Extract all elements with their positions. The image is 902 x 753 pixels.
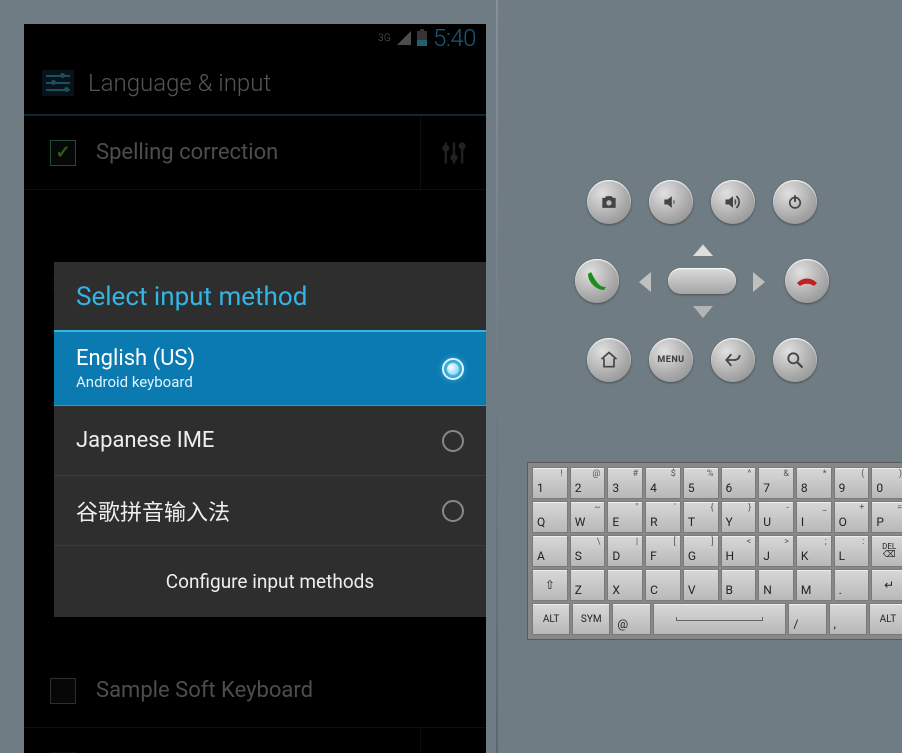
key-.[interactable]: . [834, 569, 870, 601]
key-2[interactable]: 2@ [570, 467, 606, 499]
key-,[interactable]: , [829, 603, 867, 635]
key-1[interactable]: 1! [532, 467, 568, 499]
key-delete[interactable]: DEL⌫ [871, 535, 902, 567]
key-g[interactable]: G] [683, 535, 719, 567]
volume-down-button[interactable] [649, 180, 693, 224]
key-3[interactable]: 3# [607, 467, 643, 499]
ime-option-japanese[interactable]: Japanese IME [54, 406, 486, 476]
volume-up-button[interactable] [711, 180, 755, 224]
key-a[interactable]: A [532, 535, 568, 567]
emulator-keyboard: 1!2@3#4$5%6^7&8*9(0) QW~E"R'T{Y}U-I_O+P=… [527, 462, 902, 640]
key-8[interactable]: 8* [796, 467, 832, 499]
dpad-left[interactable] [639, 272, 651, 292]
dialog-title: Select input method [54, 262, 486, 332]
dpad [637, 246, 767, 316]
home-icon [599, 350, 619, 370]
key-j[interactable]: J> [758, 535, 794, 567]
key-s[interactable]: S\ [570, 535, 606, 567]
key-y[interactable]: Y} [721, 501, 757, 533]
home-button[interactable] [587, 338, 631, 382]
camera-icon [599, 192, 619, 212]
key-7[interactable]: 7& [758, 467, 794, 499]
android-screen: 3G 5:40 Language & input Spelling correc… [24, 24, 486, 753]
menu-button[interactable]: MENU [649, 338, 693, 382]
key-l[interactable]: L: [834, 535, 870, 567]
camera-button[interactable] [587, 180, 631, 224]
key-w[interactable]: W~ [570, 501, 606, 533]
hangup-button[interactable] [785, 259, 829, 303]
key-f[interactable]: F[ [645, 535, 681, 567]
dpad-right[interactable] [753, 272, 765, 292]
power-button[interactable] [773, 180, 817, 224]
select-input-method-dialog: Select input method English (US) Android… [54, 262, 486, 617]
key-9[interactable]: 9( [834, 467, 870, 499]
search-icon [785, 350, 805, 370]
key-t[interactable]: T{ [683, 501, 719, 533]
dpad-down[interactable] [693, 306, 713, 318]
key-@[interactable]: @ [612, 603, 650, 635]
dpad-up[interactable] [693, 244, 713, 256]
back-button[interactable] [711, 338, 755, 382]
back-icon [723, 350, 743, 370]
key-q[interactable]: Q [532, 501, 568, 533]
key-enter[interactable]: ↵ [871, 569, 902, 601]
key-o[interactable]: O+ [834, 501, 870, 533]
key-p[interactable]: P= [871, 501, 902, 533]
configure-input-methods-button[interactable]: Configure input methods [54, 546, 486, 617]
key-v[interactable]: V [683, 569, 719, 601]
volume-up-icon [723, 192, 743, 212]
option-sublabel: Android keyboard [76, 373, 442, 391]
key-b[interactable]: B [721, 569, 757, 601]
option-label: Japanese IME [76, 428, 442, 453]
ime-option-pinyin[interactable]: 谷歌拼音输入法 [54, 476, 486, 546]
radio-icon[interactable] [442, 500, 464, 522]
ime-option-english[interactable]: English (US) Android keyboard [54, 332, 486, 406]
key-m[interactable]: M [796, 569, 832, 601]
radio-icon[interactable] [442, 430, 464, 452]
radio-selected-icon[interactable] [442, 358, 464, 380]
phone-hangup-icon [795, 269, 819, 293]
call-button[interactable] [575, 259, 619, 303]
phone-icon [585, 269, 609, 293]
key-x[interactable]: X [607, 569, 643, 601]
option-label: English (US) [76, 346, 442, 371]
key-u[interactable]: U- [758, 501, 794, 533]
key-sym[interactable]: SYM [572, 603, 610, 635]
key-z[interactable]: Z [570, 569, 606, 601]
key-c[interactable]: C [645, 569, 681, 601]
vertical-divider [496, 0, 498, 753]
key-alt[interactable]: ALT [869, 603, 902, 635]
key-6[interactable]: 6^ [721, 467, 757, 499]
key-4[interactable]: 4$ [645, 467, 681, 499]
key-r[interactable]: R' [645, 501, 681, 533]
key-d[interactable]: D| [607, 535, 643, 567]
volume-down-icon [661, 192, 681, 212]
key-5[interactable]: 5% [683, 467, 719, 499]
search-button[interactable] [773, 338, 817, 382]
key-shift[interactable]: ⇧ [532, 569, 568, 601]
power-icon [786, 193, 804, 211]
emulator-controls: MENU [532, 180, 872, 382]
option-label: 谷歌拼音输入法 [76, 495, 442, 527]
key-/[interactable]: / [788, 603, 826, 635]
key-0[interactable]: 0) [871, 467, 902, 499]
key-alt[interactable]: ALT [532, 603, 570, 635]
key-i[interactable]: I_ [796, 501, 832, 533]
key-space[interactable] [653, 603, 787, 635]
key-n[interactable]: N [758, 569, 794, 601]
dpad-center[interactable] [668, 268, 736, 294]
key-e[interactable]: E" [607, 501, 643, 533]
key-h[interactable]: H< [721, 535, 757, 567]
key-k[interactable]: K; [796, 535, 832, 567]
